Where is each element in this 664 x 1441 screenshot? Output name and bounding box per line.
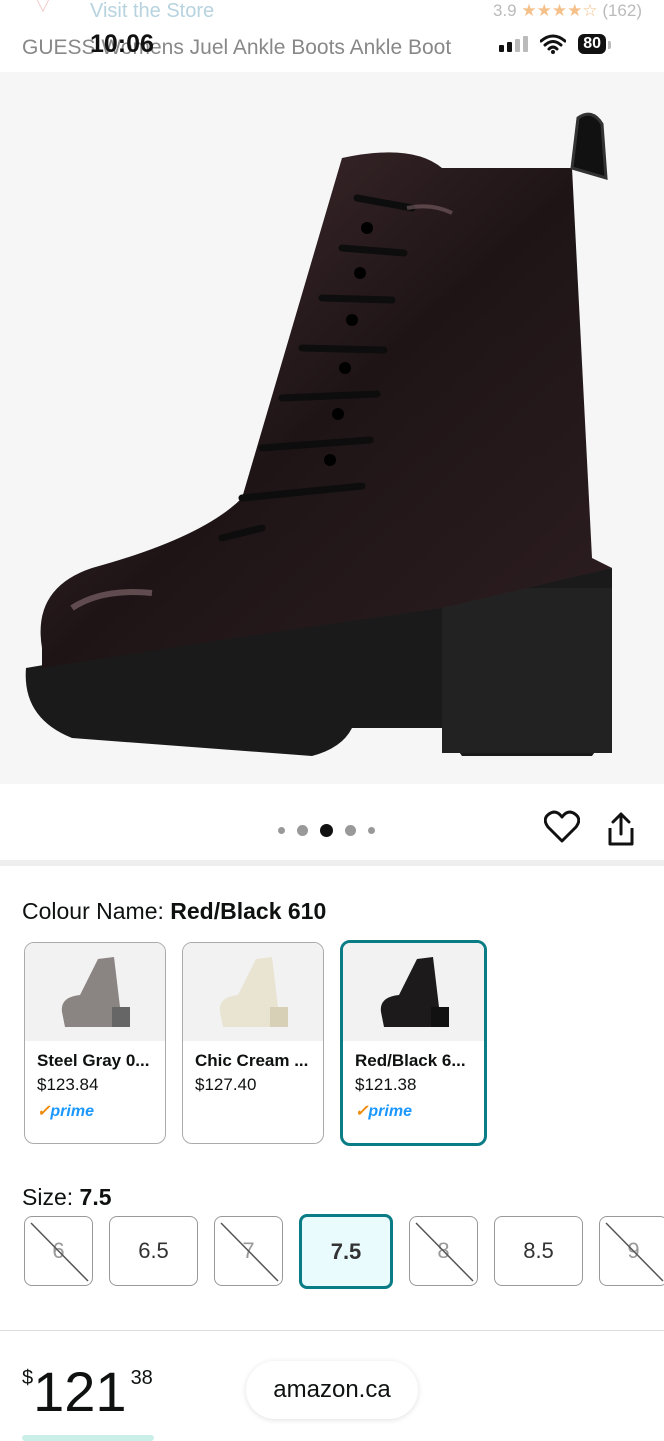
store-row: Visit the Store 3.9 ★★★★☆ (162): [22, 0, 642, 22]
colour-option-chic-cream[interactable]: Chic Cream ... $127.40: [182, 942, 324, 1144]
rating[interactable]: 3.9 ★★★★☆ (162): [493, 1, 642, 21]
size-option-6-unavailable[interactable]: 6: [24, 1216, 93, 1286]
swatch-image: [25, 943, 165, 1041]
signal-icon: [499, 36, 529, 52]
visit-store-link[interactable]: Visit the Store: [90, 0, 214, 23]
price-whole: 121: [33, 1360, 127, 1423]
colour-option-red-black-selected[interactable]: Red/Black 6... $121.38 ✓prime: [340, 940, 487, 1146]
carousel-dot-active[interactable]: [320, 824, 333, 837]
price-cents: 38: [130, 1367, 153, 1389]
swatch-name: Steel Gray 0...: [37, 1051, 150, 1070]
gallery-toolbar: [0, 784, 664, 866]
size-options: 6 6.5 7 7.5 8 8.5 9: [24, 1214, 664, 1289]
size-option-9-unavailable[interactable]: 9: [599, 1216, 664, 1286]
colour-option-steel-gray[interactable]: Steel Gray 0... $123.84 ✓prime: [24, 942, 166, 1144]
carousel-dot[interactable]: [368, 827, 375, 834]
swatch-image: [343, 943, 484, 1041]
colour-swatches: Steel Gray 0... $123.84 ✓prime Chic Crea…: [24, 940, 487, 1146]
swatch-name: Red/Black 6...: [355, 1051, 466, 1070]
prime-badge: ✓prime: [355, 1103, 412, 1120]
carousel-dot[interactable]: [278, 827, 285, 834]
status-bar: ▽ Visit the Store 3.9 ★★★★☆ (162) GUESS …: [0, 0, 664, 72]
rating-value: 3.9: [493, 1, 517, 20]
product-title: GUESS Womens Juel Ankle Boots Ankle Boot: [22, 36, 452, 59]
battery-icon: 80: [578, 34, 611, 54]
heart-icon[interactable]: [544, 810, 580, 844]
price-underline: [22, 1435, 154, 1441]
price-currency: $: [22, 1367, 34, 1389]
price: $121 38: [22, 1359, 153, 1424]
colour-label: Colour Name: Red/Black 610: [22, 898, 326, 925]
carousel-dot[interactable]: [297, 825, 308, 836]
wifi-icon: [540, 34, 567, 54]
product-image[interactable]: [0, 72, 664, 784]
size-option-8-5[interactable]: 8.5: [494, 1216, 583, 1286]
carousel-dot[interactable]: [345, 825, 356, 836]
swatch-price: $127.40: [195, 1075, 257, 1094]
size-label: Size: 7.5: [22, 1184, 112, 1211]
swatch-image: [183, 943, 323, 1041]
size-option-6-5[interactable]: 6.5: [109, 1216, 198, 1286]
colour-label-text: Colour Name:: [22, 898, 164, 924]
size-label-text: Size:: [22, 1184, 74, 1210]
share-icon[interactable]: [606, 812, 636, 846]
boot-image: [25, 112, 613, 756]
rating-stars-icon: ★★★★☆: [521, 1, 598, 20]
clock: 10:06: [90, 30, 154, 58]
swatch-name: Chic Cream ...: [195, 1051, 309, 1070]
prime-badge: ✓prime: [37, 1103, 94, 1120]
swatch-price: $123.84: [37, 1075, 99, 1094]
system-icons: 80: [499, 34, 611, 54]
colour-selected: Red/Black 610: [170, 898, 327, 924]
size-option-8-unavailable[interactable]: 8: [409, 1216, 478, 1286]
size-selected: 7.5: [79, 1184, 112, 1210]
size-option-7-5-selected[interactable]: 7.5: [299, 1214, 393, 1289]
price-bar: $121 38 amazon.ca: [0, 1330, 664, 1441]
carousel-dots[interactable]: [278, 824, 375, 837]
swatch-price: $121.38: [355, 1075, 417, 1094]
rating-count: (162): [602, 1, 642, 20]
size-option-7-unavailable[interactable]: 7: [214, 1216, 283, 1286]
browser-url-pill[interactable]: amazon.ca: [246, 1361, 418, 1419]
